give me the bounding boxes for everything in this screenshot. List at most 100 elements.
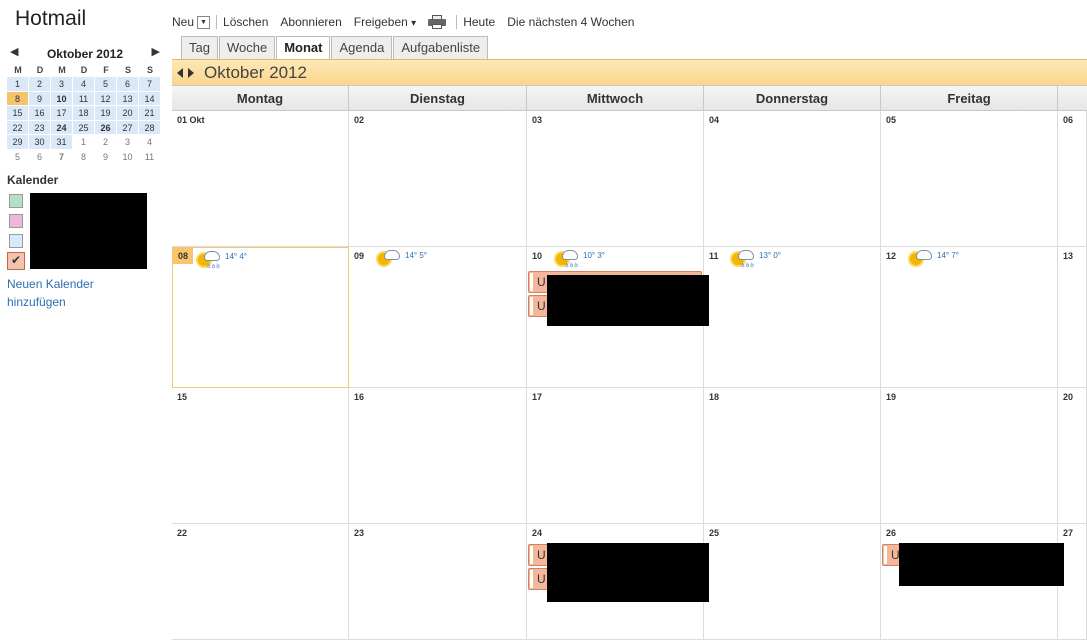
- tab-aufgabenliste[interactable]: Aufgabenliste: [393, 36, 489, 59]
- day-cell[interactable]: 09 14° 5°: [349, 247, 527, 388]
- mini-calendar-day[interactable]: 15: [7, 106, 29, 121]
- mini-calendar-day[interactable]: 3: [51, 77, 73, 92]
- day-cell[interactable]: 18: [704, 388, 881, 524]
- mini-calendar-day[interactable]: 29: [7, 135, 29, 150]
- mini-calendar-day[interactable]: 4: [139, 135, 161, 150]
- weekday-header: Freitag: [881, 86, 1058, 111]
- mini-calendar-day[interactable]: 20: [117, 106, 139, 121]
- mini-calendar-day[interactable]: 22: [7, 120, 29, 135]
- weekday-header: Mittwoch: [527, 86, 704, 111]
- new-button[interactable]: Neu ▼: [172, 15, 211, 30]
- tab-tag[interactable]: Tag: [181, 36, 218, 59]
- weather-forecast: ꝺꝺꝺ 13° 0°: [730, 248, 781, 269]
- calendar-color-swatch[interactable]: [9, 214, 23, 228]
- day-cell[interactable]: 15: [172, 388, 349, 524]
- tab-woche[interactable]: Woche: [218, 36, 276, 59]
- next-4-weeks-button[interactable]: Die nächsten 4 Wochen: [507, 15, 634, 29]
- mini-calendar-day[interactable]: 7: [139, 77, 161, 92]
- mini-calendar-day[interactable]: 10: [51, 91, 73, 106]
- mini-calendar-day[interactable]: 19: [95, 106, 117, 121]
- mini-calendar-day[interactable]: 8: [73, 149, 95, 164]
- day-cell[interactable]: 12 14° 7°: [881, 247, 1058, 388]
- prev-month-arrow-icon[interactable]: [177, 68, 183, 78]
- calendar-color-swatch[interactable]: [9, 234, 23, 248]
- day-cell[interactable]: 02: [349, 111, 527, 247]
- mini-calendar-day[interactable]: 18: [73, 106, 95, 121]
- next-month-arrow-icon[interactable]: [188, 68, 194, 78]
- mini-calendar-day[interactable]: 2: [95, 135, 117, 150]
- calendar-checkbox-checked[interactable]: ✔: [7, 252, 25, 270]
- day-cell[interactable]: 22: [172, 524, 349, 640]
- day-number: 12: [886, 251, 897, 261]
- day-cell[interactable]: 03: [527, 111, 704, 247]
- mini-calendar-day[interactable]: 11: [139, 149, 161, 164]
- toolbar-separator: [216, 15, 218, 29]
- weather-forecast: ꝺꝺꝺ 14° 4°: [196, 249, 247, 270]
- day-cell[interactable]: 19: [881, 388, 1058, 524]
- day-cell[interactable]: 17: [527, 388, 704, 524]
- calendar-color-swatch[interactable]: [9, 194, 23, 208]
- mini-weekday-label: F: [103, 65, 109, 75]
- mini-calendar-day[interactable]: 3: [117, 135, 139, 150]
- tab-monat[interactable]: Monat: [276, 36, 331, 60]
- mini-calendar-day[interactable]: 5: [95, 77, 117, 92]
- mini-calendar-day[interactable]: 8: [7, 91, 29, 106]
- print-icon[interactable]: [428, 15, 447, 29]
- day-number: 02: [354, 115, 365, 125]
- mini-calendar-day[interactable]: 1: [73, 135, 95, 150]
- day-cell[interactable]: 11 ꝺꝺꝺ 13° 0°: [704, 247, 881, 388]
- mini-calendar-day[interactable]: 17: [51, 106, 73, 121]
- mini-calendar-day[interactable]: 16: [29, 106, 51, 121]
- mini-calendar-day[interactable]: 5: [7, 149, 29, 164]
- mini-calendar-day[interactable]: 9: [95, 149, 117, 164]
- mini-calendar-day[interactable]: 10: [117, 149, 139, 164]
- day-number: 05: [886, 115, 897, 125]
- mini-calendar-day[interactable]: 7: [51, 149, 73, 164]
- mini-calendar-day[interactable]: 24: [51, 120, 73, 135]
- mini-calendar-day[interactable]: 11: [73, 91, 95, 106]
- mini-calendar-day[interactable]: 9: [29, 91, 51, 106]
- day-cell[interactable]: 05: [881, 111, 1058, 247]
- mini-calendar-day[interactable]: 4: [73, 77, 95, 92]
- day-number: 23: [354, 528, 365, 538]
- mini-calendar-grid: M D M D F S S 1 2 3 4 5 6 7 8 9 10 11 12 13 14 15 16 17 18 19 20 21…: [7, 64, 164, 164]
- subscribe-button[interactable]: Abonnieren: [280, 15, 341, 29]
- mini-calendar-day[interactable]: 23: [29, 120, 51, 135]
- day-cell[interactable]: 08 ꝺꝺꝺ 14° 4°: [172, 247, 349, 388]
- mini-calendar-day[interactable]: 27: [117, 120, 139, 135]
- day-number: 17: [532, 392, 543, 402]
- add-calendar-link[interactable]: Neuen Kalender hinzufügen: [7, 275, 127, 311]
- mini-calendar-day[interactable]: 13: [117, 91, 139, 106]
- day-number: 16: [354, 392, 365, 402]
- mini-calendar-day[interactable]: 31: [51, 135, 73, 150]
- mini-calendar-day[interactable]: 30: [29, 135, 51, 150]
- day-cell[interactable]: 04: [704, 111, 881, 247]
- tab-agenda[interactable]: Agenda: [331, 36, 393, 59]
- day-cell[interactable]: 13: [1058, 247, 1087, 388]
- mini-calendar-day[interactable]: 25: [73, 120, 95, 135]
- mini-calendar-day[interactable]: 12: [95, 91, 117, 106]
- sun-cloud-icon: [908, 248, 934, 268]
- share-button-label: Freigeben: [353, 15, 408, 29]
- mini-calendar-day[interactable]: 21: [139, 106, 161, 121]
- mini-calendar-day[interactable]: 6: [29, 149, 51, 164]
- mini-calendar-day[interactable]: 28: [139, 120, 161, 135]
- mini-calendar-title: Oktober 2012: [46, 47, 124, 61]
- mini-calendar-day[interactable]: 6: [117, 77, 139, 92]
- day-cell[interactable]: 20: [1058, 388, 1087, 524]
- mini-calendar-day[interactable]: 14: [139, 91, 161, 106]
- mini-next-month-icon[interactable]: ▶: [152, 45, 160, 58]
- mini-calendar-day[interactable]: 1: [7, 77, 29, 92]
- today-button[interactable]: Heute: [463, 15, 495, 29]
- day-number: 26: [886, 528, 897, 538]
- mini-calendar-day[interactable]: 26: [95, 120, 117, 135]
- delete-button[interactable]: Löschen: [223, 15, 268, 29]
- day-cell[interactable]: 06: [1058, 111, 1087, 247]
- share-button[interactable]: Freigeben ▾: [354, 15, 416, 29]
- day-cell[interactable]: 23: [349, 524, 527, 640]
- day-cell[interactable]: 01 Okt: [172, 111, 349, 247]
- mini-calendar-day[interactable]: 2: [29, 77, 51, 92]
- day-cell[interactable]: 25: [704, 524, 881, 640]
- dropdown-arrow-icon[interactable]: ▼: [197, 16, 211, 30]
- day-cell[interactable]: 16: [349, 388, 527, 524]
